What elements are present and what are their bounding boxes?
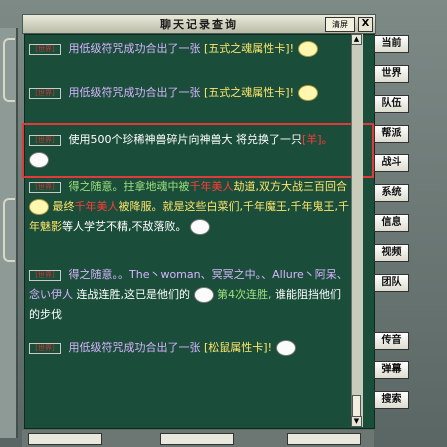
message-text: 用低级符咒成功合出了一张	[68, 42, 201, 55]
chat-message: [世界] 得之随意。。The丶woman、冥冥之中。、Allure丶阿呆、念い伊…	[29, 268, 348, 321]
channel-button-guild[interactable]: 帮派	[374, 125, 409, 143]
item-link[interactable]: [五	[204, 86, 219, 99]
channel-tag[interactable]: [世界]	[29, 269, 61, 281]
left-panel-handle[interactable]	[0, 28, 18, 438]
chat-message: [世界] 用低级符咒成功合出了一张 [五式之魂属性卡]!	[29, 39, 351, 59]
message-text: 用低级符咒成功合出了一张	[68, 86, 201, 99]
chat-message: [世界] 得之随意。拄拿地魂中被千年美人劫道,双方大战三百回合 最终千年美人被降…	[29, 180, 349, 235]
item-link[interactable]: [松	[204, 341, 219, 354]
penguin-emote-icon	[193, 287, 214, 303]
channel-button-team[interactable]: 队伍	[374, 95, 409, 113]
smile-emote-icon	[297, 85, 318, 101]
window-title: 聊天记录查询	[160, 18, 238, 31]
message-text: 用低级符咒成功合出了一张	[68, 341, 201, 354]
bottom-bar	[22, 430, 374, 447]
channel-button-video[interactable]: 视频	[374, 244, 409, 262]
channel-button-info[interactable]: 信息	[374, 214, 409, 232]
player-link[interactable]: 千年美人	[190, 180, 234, 193]
bracket-top	[3, 38, 15, 102]
channel-tag[interactable]: [世界]	[29, 43, 61, 55]
channel-button-group[interactable]: 团队	[374, 274, 409, 292]
channel-button-whisper[interactable]: 传音	[374, 332, 409, 350]
item-link[interactable]: [五式之魂属性卡]	[204, 42, 290, 55]
channel-button-current[interactable]: 当前	[374, 35, 409, 53]
cloud-emote-icon	[190, 219, 210, 235]
arrow-down-icon: ▼	[353, 417, 360, 425]
ghost-emote-icon	[275, 340, 296, 356]
clear-button[interactable]: 清屏	[325, 17, 355, 32]
channel-button-danmaku[interactable]: 弹幕	[374, 361, 409, 379]
chat-message: [世界] 用低级符咒成功合出了一张 [五式之魂属性卡]!	[29, 83, 351, 103]
channel-button-battle[interactable]: 战斗	[374, 154, 409, 172]
emote-icon	[29, 199, 49, 215]
channel-button-system[interactable]: 系统	[374, 184, 409, 202]
title-bar: 聊天记录查询 清屏 X	[22, 14, 376, 34]
bottom-slot[interactable]	[160, 433, 234, 445]
bottom-slot[interactable]	[287, 433, 361, 445]
scrollbar-thumb[interactable]	[352, 395, 361, 417]
close-icon: X	[361, 18, 370, 29]
scroll-down-button[interactable]: ▼	[351, 416, 362, 427]
highlight-box	[22, 123, 374, 178]
scroll-up-button[interactable]: ▲	[351, 34, 362, 45]
close-button[interactable]: X	[358, 17, 373, 32]
channel-tag[interactable]: [世界]	[29, 87, 61, 99]
scrollbar-track[interactable]	[351, 34, 363, 427]
arrow-up-icon: ▲	[353, 35, 360, 43]
bracket-middle	[3, 198, 15, 262]
channel-tag[interactable]: [世界]	[29, 181, 61, 193]
chat-message: [世界] 用低级符咒成功合出了一张 [松鼠属性卡]!	[29, 338, 351, 358]
bottom-slot[interactable]	[28, 433, 102, 445]
channel-button-search[interactable]: 搜索	[374, 391, 409, 409]
smile-emote-icon	[297, 41, 318, 57]
channel-tag[interactable]: [世界]	[29, 342, 61, 354]
chat-log: [世界] 用低级符咒成功合出了一张 [五式之魂属性卡]! [世界] 用低级符咒成…	[24, 34, 375, 429]
channel-button-world[interactable]: 世界	[374, 65, 409, 83]
